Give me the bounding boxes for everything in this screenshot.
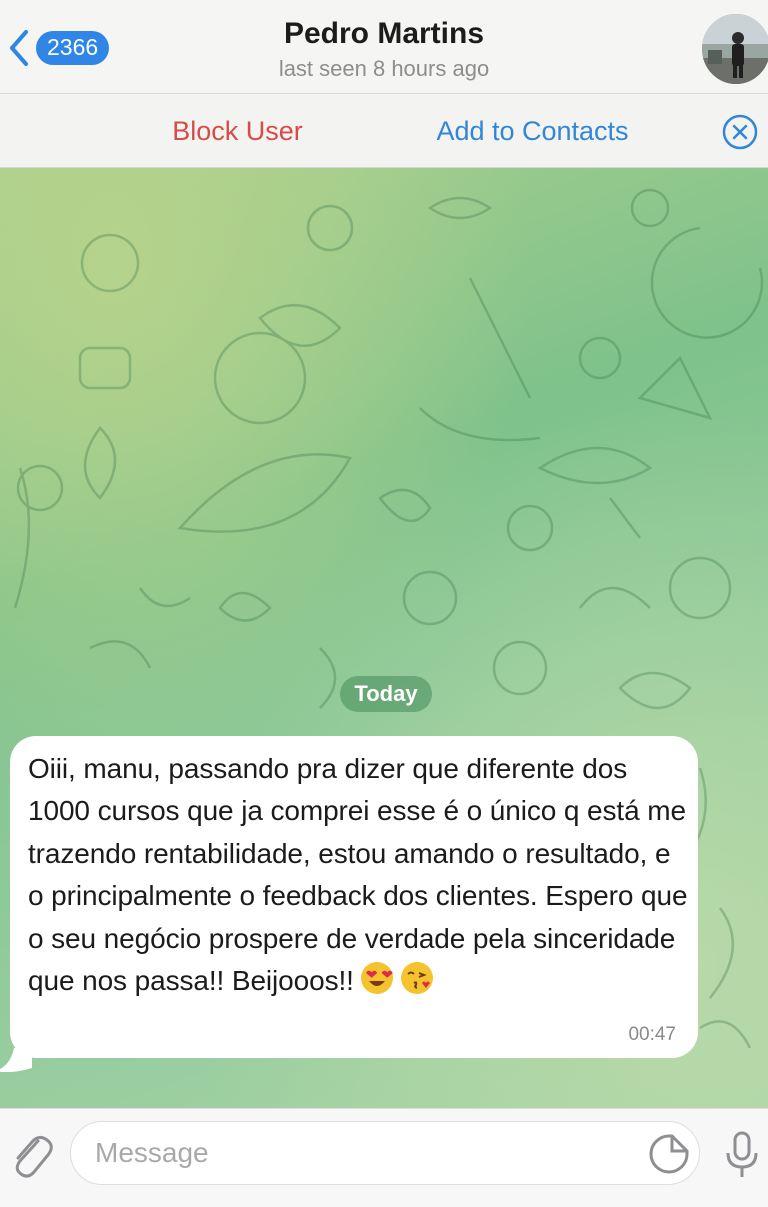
unread-count-badge: 2366 bbox=[36, 31, 110, 65]
add-to-contacts-button[interactable]: Add to Contacts bbox=[400, 94, 665, 168]
last-seen-status: last seen 8 hours ago bbox=[278, 56, 490, 81]
message-body: Oiii, manu, passando pra dizer que difer… bbox=[28, 753, 688, 997]
heart-eyes-emoji-icon bbox=[360, 961, 394, 1007]
close-icon[interactable] bbox=[720, 112, 760, 152]
chat-title-block[interactable]: Pedro Martins last seen 8 hours ago bbox=[160, 14, 608, 84]
microphone-icon[interactable] bbox=[722, 1129, 762, 1181]
back-button[interactable]: 2366 bbox=[4, 22, 134, 74]
chevron-left-icon bbox=[4, 22, 34, 74]
message-timestamp: 00:47 bbox=[628, 1024, 676, 1045]
paperclip-icon[interactable] bbox=[8, 1129, 54, 1181]
avatar[interactable] bbox=[702, 14, 768, 84]
kissing-heart-emoji-icon bbox=[400, 961, 434, 1007]
message-list: Oiii, manu, passando pra dizer que difer… bbox=[0, 168, 768, 1108]
block-user-button[interactable]: Block User bbox=[130, 94, 345, 168]
contact-name: Pedro Martins bbox=[283, 17, 485, 50]
chat-header: 2366 Pedro Martins last seen 8 hours ago bbox=[0, 0, 768, 94]
sticker-icon[interactable] bbox=[648, 1133, 690, 1175]
message-input[interactable] bbox=[70, 1121, 700, 1185]
incoming-message-bubble[interactable]: Oiii, manu, passando pra dizer que difer… bbox=[10, 736, 698, 1058]
contact-action-bar: Block User Add to Contacts bbox=[0, 94, 768, 168]
composer-bar bbox=[0, 1108, 768, 1207]
message-text: Oiii, manu, passando pra dizer que difer… bbox=[28, 748, 688, 1007]
